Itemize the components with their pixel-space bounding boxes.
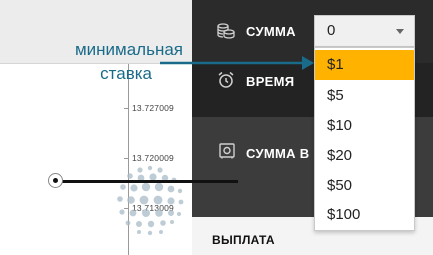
dotted-sphere-logo [117, 165, 184, 236]
price-tick [124, 108, 129, 109]
chevron-down-icon [396, 29, 404, 34]
safe-icon [219, 143, 235, 159]
coins-stack-icon [217, 23, 235, 39]
amount-option[interactable]: $10 [315, 111, 414, 141]
annotation-line-2: ставка [100, 64, 152, 83]
amount-select-value: 0 [327, 22, 336, 39]
amount-dropdown: $1 $5 $10 $20 $50 $100 [314, 47, 415, 231]
amount-option[interactable]: $1 [315, 50, 414, 80]
amount-option[interactable]: $5 [315, 81, 414, 111]
sum-slider-handle[interactable] [48, 173, 63, 188]
annotation-line-1: минимальная [74, 40, 183, 59]
amount-option[interactable]: $20 [315, 141, 414, 171]
payout-label: ВЫПЛАТА [212, 233, 275, 247]
alarm-clock-icon [218, 71, 234, 88]
amount-select[interactable]: 0 [314, 15, 415, 47]
amount-option[interactable]: $50 [315, 171, 414, 201]
time-label: ВРЕМЯ [246, 74, 295, 89]
price-tick [124, 158, 129, 159]
sum-slider-track[interactable] [58, 180, 238, 183]
sum-max-label: СУММА В [246, 146, 310, 161]
price-label: 13.727009 [132, 103, 174, 113]
amount-label: СУММА [246, 24, 296, 39]
amount-option[interactable]: $100 [315, 200, 414, 230]
